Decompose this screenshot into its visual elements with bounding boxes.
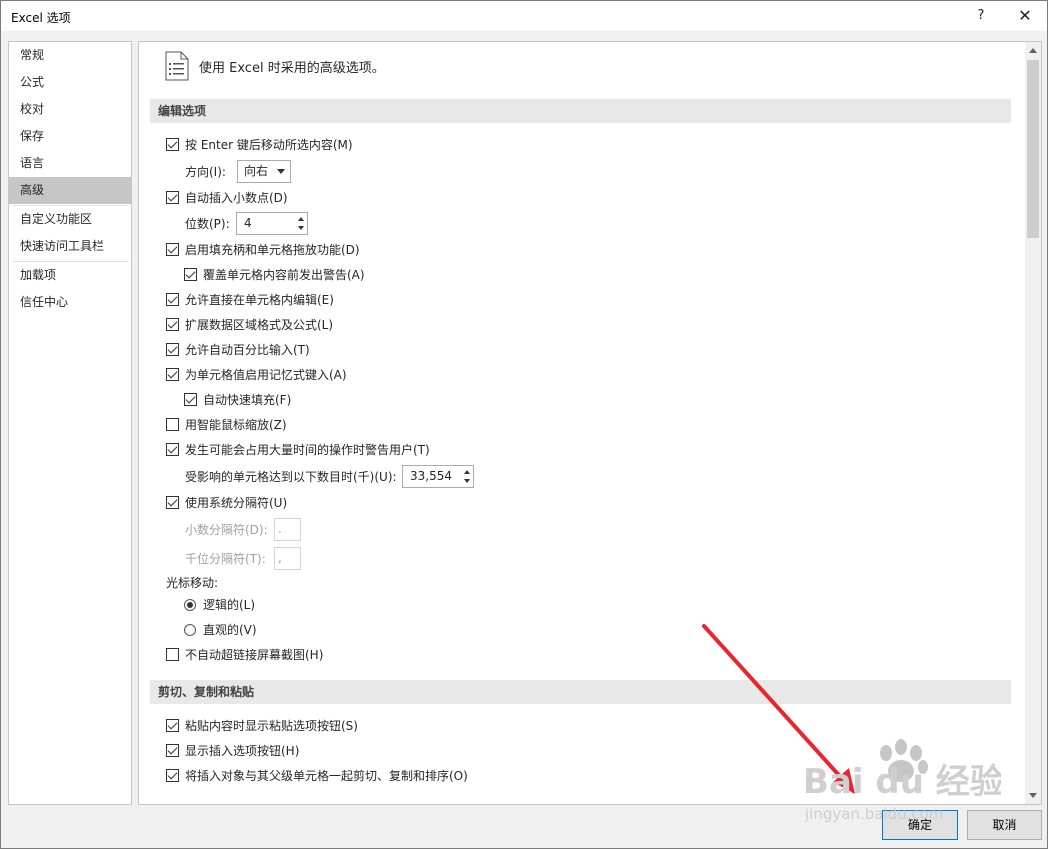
thousands-separator-label: 千位分隔符(T): (185, 552, 266, 566)
cells-affected-label: 受影响的单元格达到以下数目时(千)(U): (185, 470, 397, 484)
checkbox-icon[interactable] (166, 343, 179, 356)
checkbox-icon[interactable] (166, 138, 179, 151)
direction-select[interactable]: 向右 (237, 160, 291, 183)
decimal-separator-input[interactable]: . (274, 518, 301, 541)
scroll-up-icon[interactable] (1029, 48, 1037, 53)
cells-affected-spinner[interactable]: 33,554 (402, 465, 474, 488)
thousands-separator-input[interactable]: , (274, 547, 301, 570)
panel-header: 使用 Excel 时采用的高级选项。 (199, 61, 385, 76)
category-sidebar: 常规 公式 校对 保存 语言 高级 自定义功能区 快速访问工具栏 加载项 信任中… (8, 41, 132, 805)
checkbox-icon[interactable] (166, 243, 179, 256)
sidebar-item-save[interactable]: 保存 (9, 123, 131, 150)
scrollbar-thumb[interactable] (1027, 60, 1039, 238)
checkbox-icon[interactable] (166, 719, 179, 732)
radio-icon[interactable] (184, 599, 196, 611)
checkbox-icon[interactable] (166, 744, 179, 757)
sidebar-item-customize-ribbon[interactable]: 自定义功能区 (9, 206, 131, 233)
dialog-title: Excel 选项 (11, 11, 71, 25)
sidebar-item-general[interactable]: 常规 (9, 42, 131, 69)
help-button[interactable]: ? (961, 1, 1001, 31)
sidebar-item-language[interactable]: 语言 (9, 150, 131, 177)
places-label: 位数(P): (185, 217, 230, 231)
title-bar: Excel 选项 ? ✕ (1, 1, 1047, 31)
advanced-options-panel: 使用 Excel 时采用的高级选项。 编辑选项 按 Enter 键后移动所选内容… (138, 41, 1042, 805)
decimal-separator-label: 小数分隔符(D): (185, 523, 268, 537)
places-spinner[interactable]: 4 (236, 212, 308, 235)
checkbox-icon[interactable] (166, 443, 179, 456)
checkbox-icon[interactable] (166, 318, 179, 331)
checkbox-icon[interactable] (166, 368, 179, 381)
checkbox-icon[interactable] (166, 191, 179, 204)
section-cut-copy-paste: 剪切、复制和粘贴 (150, 680, 1011, 704)
cancel-button[interactable]: 取消 (967, 810, 1042, 840)
spin-up-icon[interactable] (298, 217, 304, 221)
sidebar-item-formulas[interactable]: 公式 (9, 69, 131, 96)
vertical-scrollbar[interactable] (1025, 42, 1041, 804)
ok-button[interactable]: 确定 (882, 810, 958, 840)
checkbox-icon[interactable] (184, 268, 197, 281)
scroll-down-icon[interactable] (1029, 793, 1037, 798)
checkbox-icon[interactable] (166, 496, 179, 509)
sidebar-item-quick-access-toolbar[interactable]: 快速访问工具栏 (9, 233, 131, 260)
spin-down-icon[interactable] (298, 226, 304, 230)
radio-icon[interactable] (184, 624, 196, 636)
spin-up-icon[interactable] (464, 470, 470, 474)
sidebar-item-proofing[interactable]: 校对 (9, 96, 131, 123)
checkbox-icon[interactable] (166, 293, 179, 306)
checkbox-icon[interactable] (184, 393, 197, 406)
chevron-down-icon (277, 169, 285, 174)
checkbox-icon[interactable] (166, 418, 179, 431)
section-editing-options: 编辑选项 (150, 99, 1011, 123)
advanced-options-icon (165, 51, 189, 81)
cursor-movement-label: 光标移动: (166, 576, 219, 590)
direction-label: 方向(I): (185, 165, 226, 179)
sidebar-item-add-ins[interactable]: 加载项 (9, 262, 131, 289)
sidebar-item-trust-center[interactable]: 信任中心 (9, 289, 131, 316)
checkbox-icon[interactable] (166, 648, 179, 661)
excel-options-dialog: Excel 选项 ? ✕ 常规 公式 校对 保存 语言 高级 自定义功能区 快速… (0, 0, 1048, 849)
spin-down-icon[interactable] (464, 479, 470, 483)
sidebar-item-advanced[interactable]: 高级 (9, 177, 131, 204)
close-button[interactable]: ✕ (1005, 1, 1045, 31)
checkbox-icon[interactable] (166, 769, 179, 782)
